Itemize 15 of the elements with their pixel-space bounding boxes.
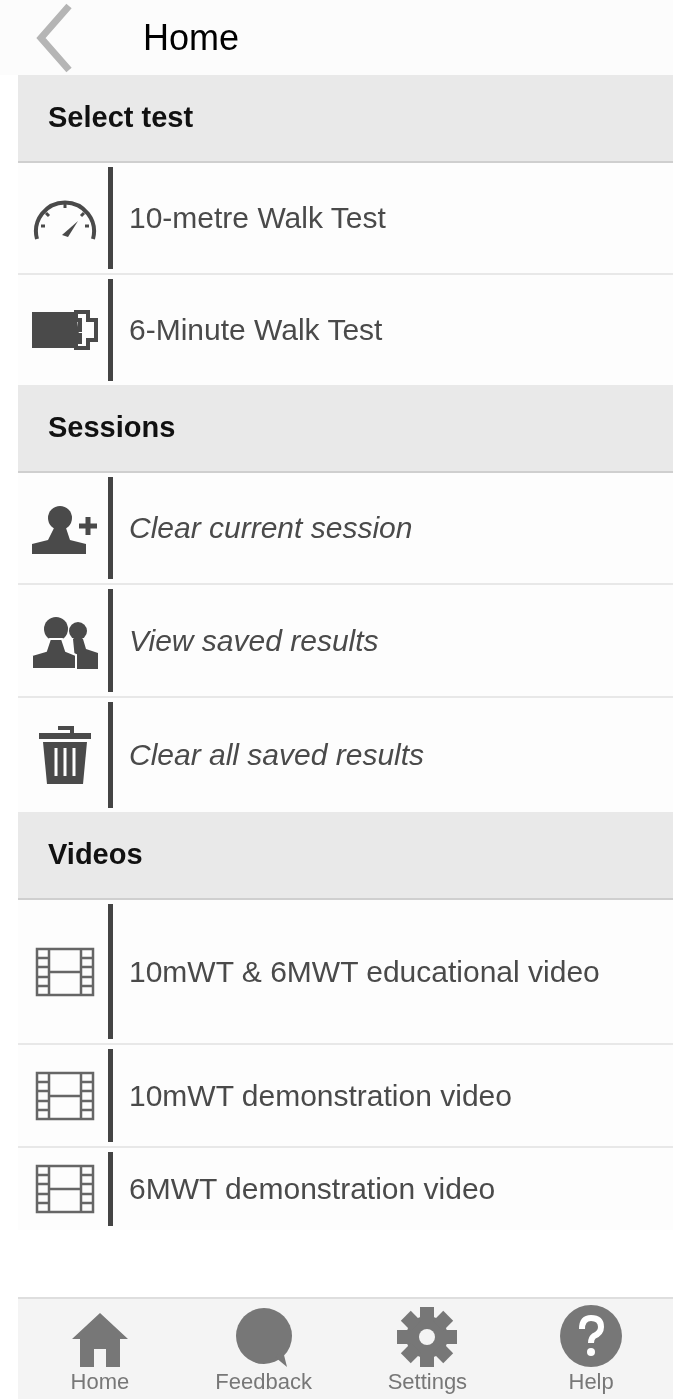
nav-tab[interactable]: Settings: [345, 1299, 510, 1399]
settings-icon: [397, 1307, 458, 1367]
film-strip-icon: [35, 946, 95, 997]
film-strip-icon: [35, 1070, 95, 1121]
section-heading: Videos: [48, 837, 143, 873]
film-strip-icon: [35, 1164, 95, 1214]
nav-tab[interactable]: Feedback: [181, 1299, 346, 1399]
section-heading: Select test: [48, 100, 194, 136]
screen-title: Home: [143, 15, 240, 60]
nav-tab[interactable]: Home: [18, 1299, 182, 1399]
battery-icon: [32, 310, 98, 350]
section-heading: Sessions: [48, 410, 176, 446]
help-icon: [560, 1305, 623, 1367]
nav-tab[interactable]: Help: [509, 1299, 673, 1399]
trash-icon: [39, 726, 91, 784]
